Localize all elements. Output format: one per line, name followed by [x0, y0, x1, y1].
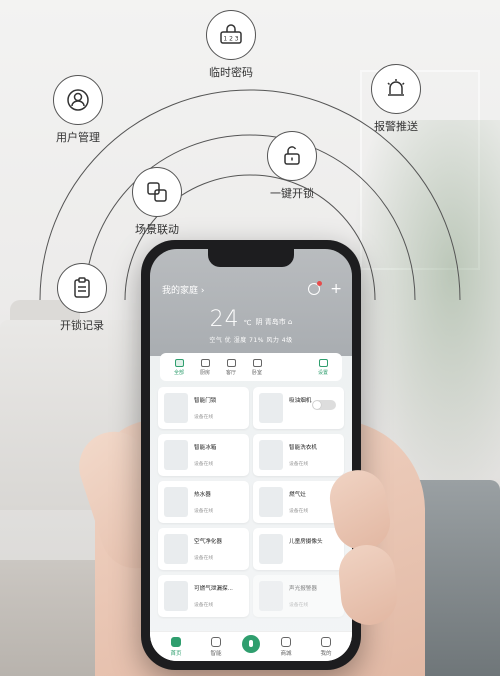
gas-detector-image — [164, 581, 188, 611]
room-tab-living[interactable]: 客厅 — [218, 358, 244, 376]
phone-screen: 我的家庭 › + 24 ℃ 阴 青岛市 ⌂ 空气 优 湿度 71% 风力 4级 … — [150, 249, 352, 661]
washer-image — [259, 440, 283, 470]
app-header: 我的家庭 › + — [162, 281, 342, 297]
tab-home[interactable]: 首页 — [162, 636, 190, 657]
add-device-button[interactable]: + — [330, 282, 342, 296]
room-tab-kitchen[interactable]: 厨房 — [192, 358, 218, 376]
water-heater-image — [164, 487, 188, 517]
device-toggle[interactable] — [312, 400, 336, 410]
feature-user-management[interactable]: 用户管理 — [30, 75, 126, 145]
alarm-image — [259, 581, 283, 611]
home-icon — [171, 636, 181, 647]
layers-icon — [174, 358, 184, 367]
feature-unlock-record[interactable]: 开锁记录 — [34, 263, 130, 333]
air-purifier-image — [164, 534, 188, 564]
feature-label: 一键开锁 — [270, 187, 314, 200]
scene-link-icon — [132, 167, 182, 217]
alarm-light-icon — [371, 64, 421, 114]
device-card[interactable]: 智能洗衣机 设备在线 — [253, 434, 344, 476]
weather-unit: ℃ — [243, 319, 252, 327]
tab-me[interactable]: 我的 — [312, 636, 340, 657]
feature-label: 场景联动 — [135, 223, 179, 236]
user-icon — [53, 75, 103, 125]
device-grid: 智能门锁 设备在线 吸油烟机 智能冰箱 设备在线 智能洗衣机 设备在线 热水器 — [158, 387, 344, 617]
device-card[interactable]: 空气净化器 设备在线 — [158, 528, 249, 570]
feature-scene-linkage[interactable]: 场景联动 — [109, 167, 205, 237]
camera-image — [259, 534, 283, 564]
kitchen-icon — [200, 358, 210, 367]
phone-notch — [208, 249, 294, 267]
room-tab-bedroom[interactable]: 卧室 — [244, 358, 270, 376]
gas-stove-image — [259, 487, 283, 517]
feature-label: 临时密码 — [209, 66, 253, 79]
door-lock-image — [164, 393, 188, 423]
message-icon[interactable] — [308, 281, 323, 295]
bulb-icon — [211, 636, 221, 647]
tab-mall[interactable]: 商城 — [272, 636, 300, 657]
feature-one-key-unlock[interactable]: 一键开锁 — [244, 131, 340, 201]
sofa-icon — [226, 358, 236, 367]
feature-label: 开锁记录 — [60, 319, 104, 332]
weather-detail: 空气 优 湿度 71% 风力 4级 — [209, 337, 293, 344]
feature-alarm-push[interactable]: 报警推送 — [348, 64, 444, 134]
device-card[interactable]: 声光报警器 设备在线 — [253, 575, 344, 617]
svg-text:1 2 3: 1 2 3 — [223, 36, 238, 43]
device-card[interactable]: 智能冰箱 设备在线 — [158, 434, 249, 476]
device-card[interactable]: 儿童房摄像头 — [253, 528, 344, 570]
device-card[interactable]: 智能门锁 设备在线 — [158, 387, 249, 429]
range-hood-image — [259, 393, 283, 423]
feature-label: 报警推送 — [374, 120, 418, 133]
device-card[interactable]: 可燃气泄漏探... 设备在线 — [158, 575, 249, 617]
tab-smart[interactable]: 智能 — [202, 636, 230, 657]
phone: 我的家庭 › + 24 ℃ 阴 青岛市 ⌂ 空气 优 湿度 71% 风力 4级 … — [141, 240, 361, 670]
keypad-icon: 1 2 3 — [206, 10, 256, 60]
store-icon — [281, 636, 291, 647]
home-selector[interactable]: 我的家庭 › — [162, 283, 204, 296]
weather-temp: 24 — [209, 307, 240, 332]
room-tabs: 全部 厨房 客厅 卧室 设置 — [160, 353, 342, 381]
clipboard-icon — [57, 263, 107, 313]
bed-icon — [252, 358, 262, 367]
device-card[interactable]: 吸油烟机 — [253, 387, 344, 429]
bottom-tab-bar: 首页 智能 商城 我的 — [150, 631, 352, 661]
room-settings-button[interactable]: 设置 — [310, 358, 336, 376]
fridge-image — [164, 440, 188, 470]
room-tab-all[interactable]: 全部 — [166, 358, 192, 376]
weather-desc: 阴 青岛市 ⌂ — [255, 318, 293, 326]
voice-mic-button[interactable] — [242, 634, 260, 653]
person-icon — [321, 636, 331, 647]
settings-icon — [318, 358, 328, 367]
unlock-icon — [267, 131, 317, 181]
weather-panel: 24 ℃ 阴 青岛市 ⌂ 空气 优 湿度 71% 风力 4级 — [150, 307, 352, 344]
feature-label: 用户管理 — [56, 131, 100, 144]
device-card[interactable]: 热水器 设备在线 — [158, 481, 249, 523]
feature-temp-password[interactable]: 1 2 3 临时密码 — [183, 10, 279, 80]
